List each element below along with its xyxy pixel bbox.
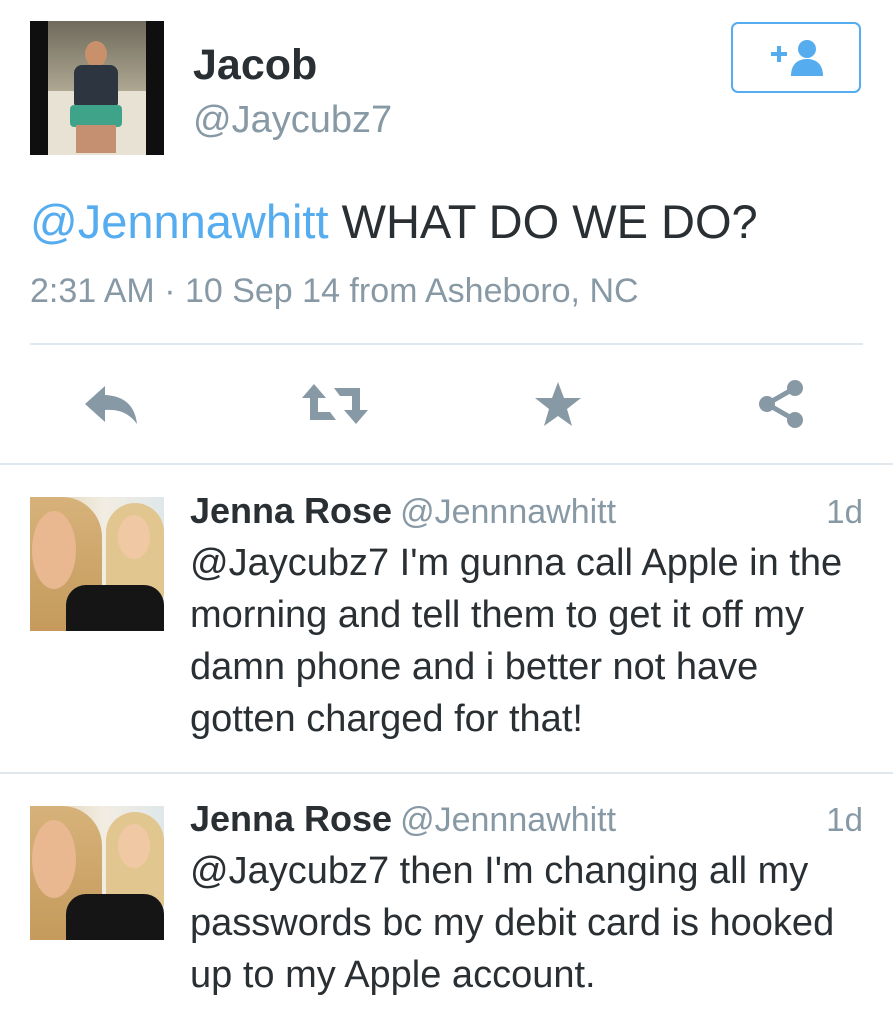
reply-icon <box>85 386 137 424</box>
author-handle[interactable]: @Jaycubz7 <box>193 97 392 143</box>
avatar-face <box>32 511 76 589</box>
reply-timestamp: 1d <box>826 801 863 838</box>
avatar-shirt <box>66 585 164 631</box>
reply-button[interactable] <box>76 372 146 436</box>
tweet-body: WHAT DO WE DO? <box>328 195 758 248</box>
avatar-face <box>32 820 76 898</box>
tweet-meta: 2:31 AM · 10 Sep 14 from Asheboro, NC <box>30 272 639 310</box>
reply-author-name: Jenna Rose <box>190 490 393 531</box>
reply-text: @Jaycubz7 then I'm changing all my passw… <box>190 850 835 996</box>
retweet-button[interactable] <box>300 372 370 436</box>
reply-avatar[interactable] <box>30 806 164 940</box>
avatar-person-legs <box>76 125 116 153</box>
retweet-icon <box>302 384 368 424</box>
main-tweet: Jacob @Jaycubz7 @Jennnawhitt WHAT DO WE … <box>0 0 893 465</box>
favorite-button[interactable] <box>523 372 593 436</box>
tweet-actions <box>0 372 893 436</box>
reply-item[interactable]: Jenna Rose @Jennnawhitt 1d @Jaycubz7 then… <box>0 774 893 1024</box>
avatar-person-shorts <box>70 105 122 127</box>
share-icon <box>759 380 803 428</box>
divider <box>30 343 863 345</box>
tweet-mention[interactable]: @Jennnawhitt <box>30 195 329 248</box>
follow-button[interactable] <box>731 22 861 93</box>
avatar-shirt <box>66 894 164 940</box>
reply-avatar[interactable] <box>30 497 164 631</box>
star-icon <box>535 382 581 426</box>
add-user-icon <box>771 39 823 76</box>
reply-author[interactable]: Jenna Rose @Jennnawhitt <box>190 490 616 533</box>
avatar-person-head <box>85 41 107 67</box>
reply-author[interactable]: Jenna Rose @Jennnawhitt <box>190 798 616 841</box>
reply-timestamp: 1d <box>826 493 863 530</box>
author-avatar[interactable] <box>30 21 164 155</box>
share-button[interactable] <box>746 372 816 436</box>
reply-item[interactable]: Jenna Rose @Jennnawhitt 1d @Jaycubz7 I'm … <box>0 465 893 772</box>
avatar-face <box>118 824 150 868</box>
avatar-face <box>118 515 150 559</box>
author-name[interactable]: Jacob <box>193 40 317 90</box>
reply-author-handle: @Jennnawhitt <box>400 493 617 531</box>
reply-author-name: Jenna Rose <box>190 798 393 839</box>
reply-author-handle: @Jennnawhitt <box>400 801 617 839</box>
tweet-text: @Jennnawhitt WHAT DO WE DO? <box>30 193 758 251</box>
avatar-person-shirt <box>74 65 118 107</box>
reply-text: @Jaycubz7 I'm gunna call Apple in the mo… <box>190 542 843 740</box>
